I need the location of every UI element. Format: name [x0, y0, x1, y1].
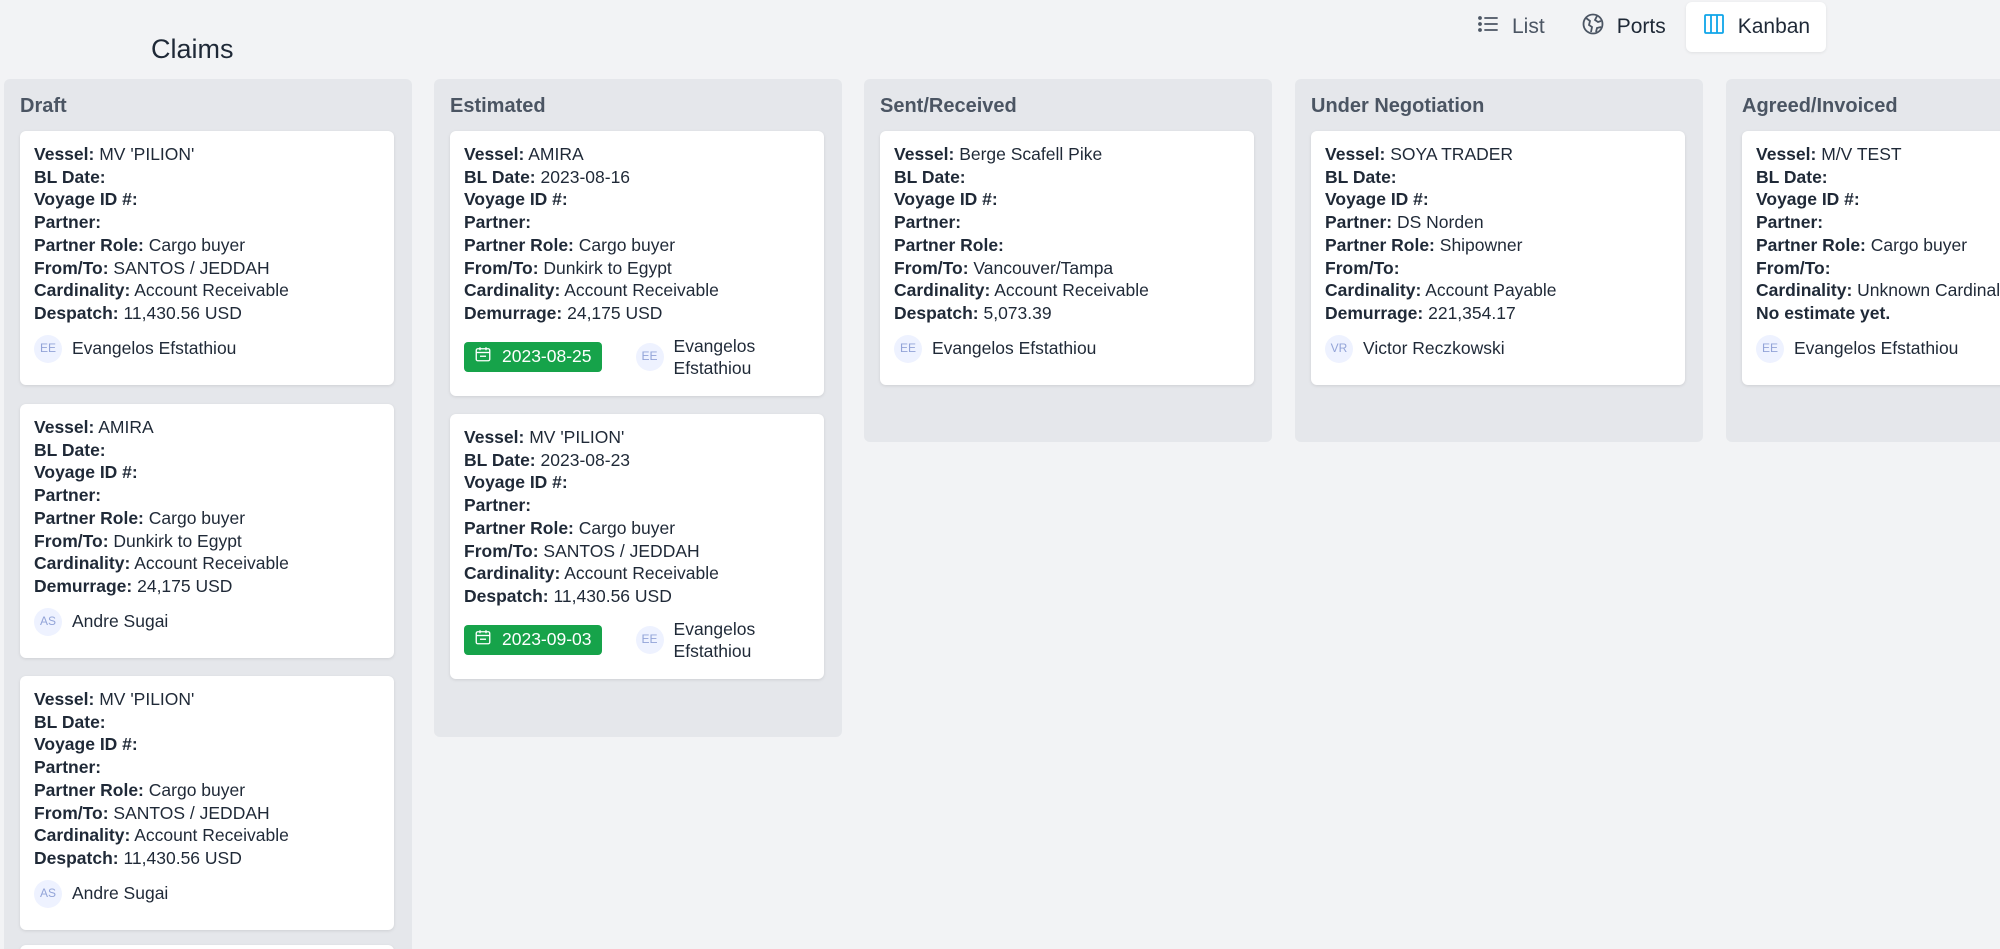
card-assignee: EE Evangelos Efstathiou	[34, 334, 380, 363]
due-date: 2023-08-25	[502, 346, 592, 367]
avatar: EE	[894, 334, 922, 363]
calendar-icon	[474, 345, 492, 369]
assignee-name: Evangelos Efstathiou	[72, 338, 237, 359]
claim-card[interactable]: Vessel: AMIRA BL Date: Voyage ID #: Part…	[20, 404, 394, 658]
column-draft: Draft Vessel: MV 'PILION' BL Date: Voyag…	[4, 79, 412, 949]
kanban-board: Claims List Ports Kanban Draft Vessel: M…	[0, 0, 2000, 949]
due-date: 2023-09-03	[502, 629, 592, 650]
view-list-button[interactable]: List	[1460, 2, 1561, 52]
list-icon	[1476, 12, 1500, 42]
claim-card[interactable]: Vessel: Berge Scafell Pike BL Date: Voya…	[880, 131, 1254, 385]
column-under-negotiation: Under Negotiation Vessel: SOYA TRADER BL…	[1295, 79, 1703, 442]
view-switcher: List Ports Kanban	[1460, 2, 1827, 52]
globe-icon	[1581, 12, 1605, 42]
due-date-badge[interactable]: 2023-08-25	[464, 341, 602, 372]
kanban-icon	[1702, 12, 1726, 42]
column-title: Sent/Received	[880, 95, 1017, 117]
card-footer: 2023-09-03 EE Evangelos Efstathiou	[464, 618, 810, 662]
assignee-name: Evangelos Efstathiou	[1794, 338, 1959, 359]
column-title: Under Negotiation	[1311, 95, 1485, 117]
card-assignee: EE Evangelos Efstathiou	[1756, 334, 2000, 363]
column-agreed-invoiced: Agreed/Invoiced Vessel: M/V TEST BL Date…	[1726, 79, 2000, 442]
assignee-name: Victor Reczkowski	[1363, 338, 1505, 359]
view-list-label: List	[1512, 15, 1545, 38]
column-title: Draft	[20, 95, 67, 117]
claim-card[interactable]: Vessel: SOYA TRADER BL Date: Voyage ID #…	[1311, 131, 1685, 385]
card-assignee: EE Evangelos Efstathiou	[635, 335, 774, 379]
claim-card[interactable]: Vessel: MV 'PILION' BL Date: 2023-08-23 …	[450, 414, 824, 679]
avatar: EE	[635, 342, 664, 371]
calendar-icon	[474, 628, 492, 652]
avatar: EE	[34, 334, 62, 363]
assignee-name: Evangelos Efstathiou	[673, 335, 756, 378]
assignee-name: Evangelos Efstathiou	[673, 618, 756, 661]
card-assignee: VR Victor Reczkowski	[1325, 334, 1671, 363]
view-kanban-button[interactable]: Kanban	[1685, 2, 1827, 52]
claim-card[interactable]: Vessel: MV 'PILION' BL Date: Voyage ID #…	[20, 131, 394, 385]
column-estimated: Estimated Vessel: AMIRA BL Date: 2023-08…	[434, 79, 842, 737]
avatar: VR	[1325, 334, 1353, 363]
avatar: EE	[1756, 334, 1784, 363]
assignee-name: Andre Sugai	[72, 883, 169, 904]
column-title: Agreed/Invoiced	[1742, 95, 1898, 117]
card-assignee: EE Evangelos Efstathiou	[894, 334, 1240, 363]
avatar: AS	[34, 879, 62, 908]
card-footer: 2023-08-25 EE Evangelos Efstathiou	[464, 335, 810, 379]
view-ports-label: Ports	[1616, 15, 1666, 38]
column-sent-received: Sent/Received Vessel: Berge Scafell Pike…	[864, 79, 1272, 442]
view-ports-button[interactable]: Ports	[1565, 2, 1682, 52]
avatar: AS	[34, 607, 62, 636]
claim-card-partial[interactable]	[20, 945, 394, 949]
card-assignee: AS Andre Sugai	[34, 607, 380, 636]
claim-card[interactable]: Vessel: M/V TEST BL Date: Voyage ID #: P…	[1742, 131, 2000, 385]
card-assignee: EE Evangelos Efstathiou	[635, 618, 774, 662]
due-date-badge[interactable]: 2023-09-03	[464, 624, 602, 655]
page-title: Claims	[151, 34, 234, 64]
assignee-name: Evangelos Efstathiou	[932, 338, 1097, 359]
card-assignee: AS Andre Sugai	[34, 879, 380, 908]
view-kanban-label: Kanban	[1737, 15, 1811, 38]
claim-card[interactable]: Vessel: MV 'PILION' BL Date: Voyage ID #…	[20, 676, 394, 930]
claim-card[interactable]: Vessel: AMIRA BL Date: 2023-08-16 Voyage…	[450, 131, 824, 396]
avatar: EE	[635, 625, 664, 654]
assignee-name: Andre Sugai	[72, 611, 169, 632]
column-title: Estimated	[450, 95, 546, 117]
